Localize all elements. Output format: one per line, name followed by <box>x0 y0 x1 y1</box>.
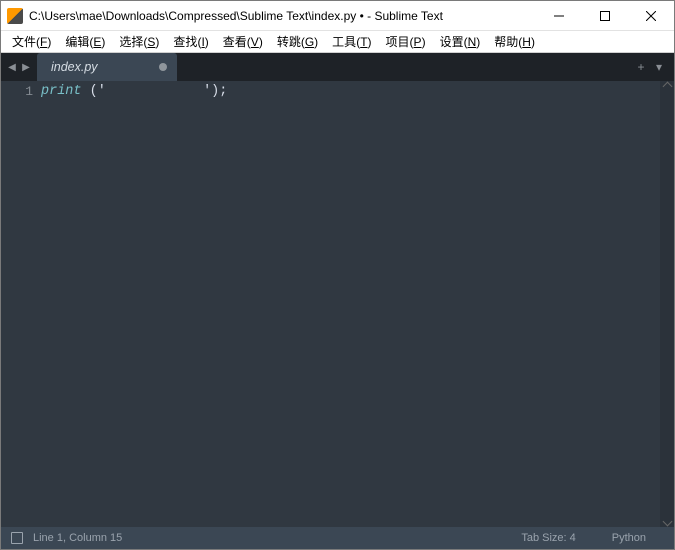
minimize-button[interactable] <box>536 1 582 30</box>
dirty-indicator-icon <box>159 63 167 71</box>
token-quote: ' <box>203 84 211 99</box>
code-area[interactable]: print (' '); <box>41 81 642 527</box>
status-tab-size[interactable]: Tab Size: 4 <box>503 532 593 544</box>
status-syntax[interactable]: Python <box>594 532 664 544</box>
close-button[interactable] <box>628 1 674 30</box>
window-controls <box>536 1 674 30</box>
menu-help[interactable]: 帮助(H) <box>487 31 542 52</box>
tab-label: index.py <box>51 60 98 74</box>
status-cursor-position[interactable]: Line 1, Column 15 <box>33 532 122 544</box>
vertical-scrollbar[interactable] <box>660 81 674 527</box>
line-number-gutter[interactable]: 1 <box>1 81 41 527</box>
tab-bar: ◀ ▶ index.py + ▾ <box>1 53 674 81</box>
menu-settings[interactable]: 设置(N) <box>433 31 488 52</box>
tab-nav: ◀ ▶ <box>1 53 37 81</box>
maximize-button[interactable] <box>582 1 628 30</box>
token-function: print <box>41 84 82 99</box>
new-tab-button[interactable]: + <box>632 60 650 74</box>
tab-back-button[interactable]: ◀ <box>5 57 19 77</box>
menu-goto[interactable]: 转跳(G) <box>270 31 325 52</box>
token-paren-close: ) <box>211 84 219 99</box>
menu-file[interactable]: 文件(F) <box>5 31 58 52</box>
token-quote: ' <box>98 84 106 99</box>
app-window: C:\Users\mae\Downloads\Compressed\Sublim… <box>0 0 675 550</box>
menu-view[interactable]: 查看(V) <box>216 31 270 52</box>
window-title: C:\Users\mae\Downloads\Compressed\Sublim… <box>29 9 536 23</box>
minimap[interactable] <box>642 81 660 527</box>
menu-project[interactable]: 项目(P) <box>379 31 433 52</box>
title-bar[interactable]: C:\Users\mae\Downloads\Compressed\Sublim… <box>1 1 674 31</box>
menu-find[interactable]: 查找(I) <box>166 31 215 52</box>
tab-bar-right: + ▾ <box>632 53 674 81</box>
token-paren-open: ( <box>90 84 98 99</box>
status-bar: Line 1, Column 15 Tab Size: 4 Python <box>1 527 674 549</box>
app-icon <box>7 8 23 24</box>
tab-forward-button[interactable]: ▶ <box>19 57 33 77</box>
code-line: print (' '); <box>41 84 642 99</box>
editor-area: 1 print (' '); <box>1 81 674 527</box>
line-number: 1 <box>1 84 33 99</box>
panel-toggle-icon[interactable] <box>11 532 23 544</box>
token-semicolon: ; <box>219 84 227 99</box>
tab-list-button[interactable]: ▾ <box>650 60 668 74</box>
menu-bar: 文件(F) 编辑(E) 选择(S) 查找(I) 查看(V) 转跳(G) 工具(T… <box>1 31 674 53</box>
tab-indexpy[interactable]: index.py <box>37 53 177 81</box>
menu-select[interactable]: 选择(S) <box>112 31 166 52</box>
menu-edit[interactable]: 编辑(E) <box>58 31 112 52</box>
menu-tools[interactable]: 工具(T) <box>325 31 378 52</box>
